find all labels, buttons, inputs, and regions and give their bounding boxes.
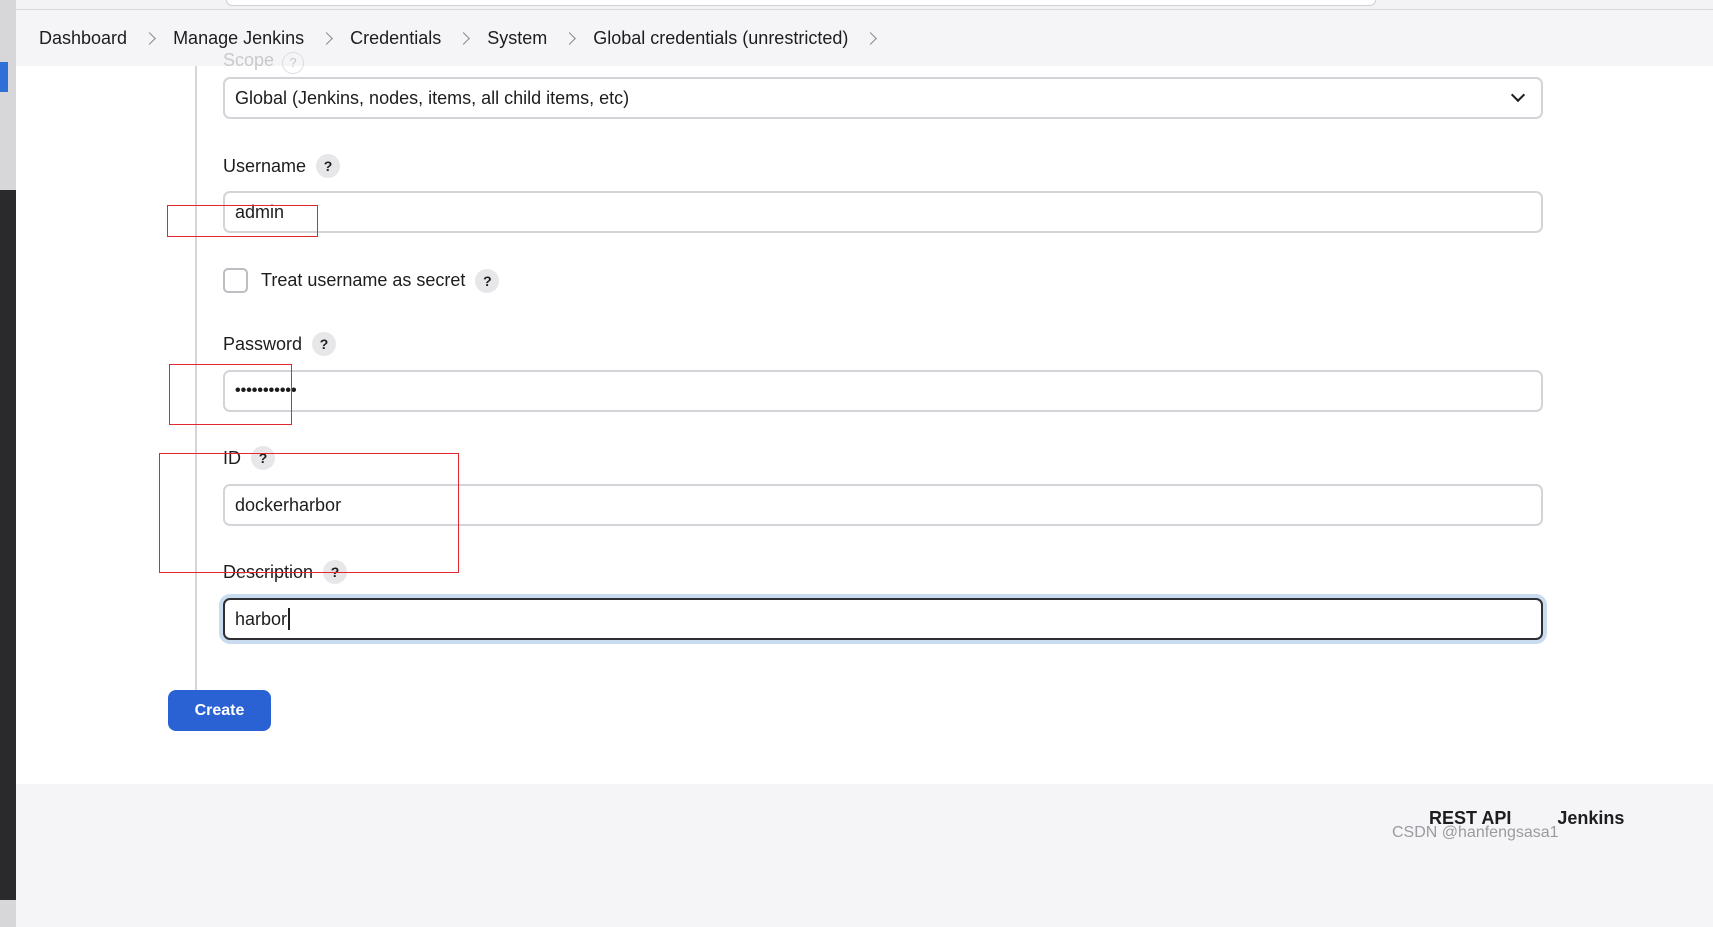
breadcrumb-link[interactable]: Dashboard	[39, 28, 127, 49]
treat-secret-help-icon[interactable]: ?	[475, 268, 500, 293]
treat-username-secret-checkbox[interactable]	[223, 268, 248, 293]
scope-select-value: Global (Jenkins, nodes, items, all child…	[235, 87, 630, 108]
description-help-icon[interactable]: ?	[323, 560, 348, 584]
chevron-down-icon[interactable]	[1510, 87, 1526, 103]
description-label: Description	[223, 561, 314, 582]
scope-help-icon[interactable]: ?	[282, 52, 304, 74]
address-bar-edge	[226, 0, 1376, 6]
description-value: harbor	[235, 608, 288, 629]
chevron-right-icon[interactable]	[563, 31, 577, 45]
breadcrumb-item-credentials[interactable]: Credentials	[350, 28, 487, 49]
credential-form: Scope ? Global (Jenkins, nodes, items, a…	[16, 50, 1713, 856]
password-help-icon[interactable]: ?	[312, 332, 337, 356]
password-value: •••••••••••	[235, 382, 297, 399]
id-help-icon[interactable]: ?	[251, 446, 275, 470]
text-caret	[288, 608, 291, 630]
watermark: CSDN @hanfengsasa1	[1392, 824, 1559, 841]
breadcrumb-item-dashboard[interactable]: Dashboard	[39, 28, 173, 49]
password-label: Password	[223, 333, 303, 354]
password-label-row: Password ?	[223, 332, 337, 356]
footer: REST API Jenkins CSDN @hanfengsasa1	[16, 784, 1713, 927]
background-window-strip	[0, 0, 16, 927]
chevron-right-icon[interactable]	[320, 31, 334, 45]
breadcrumb-link[interactable]: Manage Jenkins	[173, 28, 304, 49]
form-section-rule	[195, 66, 197, 699]
treat-username-secret-row[interactable]: Treat username as secret ?	[223, 268, 500, 293]
password-input[interactable]: •••••••••••	[223, 370, 1543, 412]
breadcrumb-item-global-credentials[interactable]: Global credentials (unrestricted)	[593, 28, 894, 49]
breadcrumb-link[interactable]: Credentials	[350, 28, 441, 49]
id-label: ID	[223, 447, 241, 468]
top-rim	[16, 0, 1713, 10]
username-label-row: Username ?	[223, 154, 341, 178]
breadcrumb-link[interactable]: Global credentials (unrestricted)	[593, 28, 848, 49]
chevron-right-icon[interactable]	[457, 31, 471, 45]
create-button[interactable]: Create	[168, 690, 271, 731]
footer-link-jenkins[interactable]: Jenkins	[1557, 808, 1624, 829]
scope-select[interactable]: Global (Jenkins, nodes, items, all child…	[223, 77, 1543, 119]
breadcrumb-link[interactable]: System	[487, 28, 547, 49]
treat-username-secret-label[interactable]: Treat username as secret	[261, 270, 465, 291]
id-label-row: ID ?	[223, 446, 275, 470]
id-value: dockerharbor	[235, 494, 342, 515]
breadcrumb-item-manage-jenkins[interactable]: Manage Jenkins	[173, 28, 350, 49]
breadcrumb-item-system[interactable]: System	[487, 28, 593, 49]
username-label: Username	[223, 155, 307, 176]
background-window-accent	[0, 62, 8, 92]
id-input[interactable]: dockerharbor	[223, 484, 1543, 526]
description-input[interactable]: harbor	[223, 598, 1543, 640]
browser-window: Dashboard Manage Jenkins Credentials Sys…	[16, 0, 1713, 927]
username-input[interactable]: admin	[223, 191, 1543, 233]
scope-label: Scope	[223, 50, 275, 70]
description-label-row: Description ?	[223, 560, 348, 584]
username-value: admin	[235, 201, 285, 222]
chevron-right-icon[interactable]	[143, 31, 156, 45]
chevron-right-icon[interactable]	[864, 31, 878, 45]
username-help-icon[interactable]: ?	[316, 154, 341, 178]
